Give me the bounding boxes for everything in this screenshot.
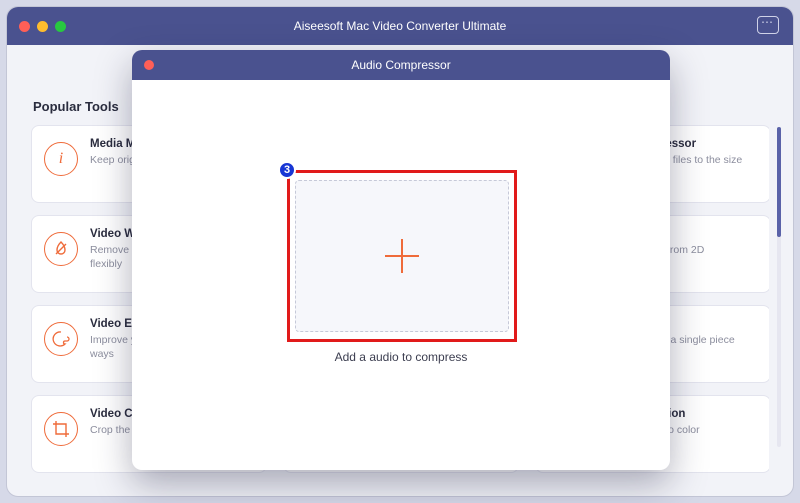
drop-caption: Add a audio to compress [132,350,670,364]
modal-close-button[interactable] [144,60,154,70]
crop-icon [44,412,78,446]
section-heading: Popular Tools [33,99,119,114]
app-title: Aiseesoft Mac Video Converter Ultimate [7,19,793,33]
watermark-icon [44,232,78,266]
info-icon: i [44,142,78,176]
traffic-lights [19,21,66,32]
feedback-icon[interactable] [757,16,779,34]
modal-titlebar: Audio Compressor [132,50,670,80]
scrollbar-thumb[interactable] [777,127,781,237]
close-window-button[interactable] [19,21,30,32]
audio-compressor-modal: Audio Compressor 3 Add a audio to compre… [132,50,670,470]
minimize-window-button[interactable] [37,21,48,32]
add-audio-dropzone[interactable] [295,180,509,332]
plus-icon [385,239,419,273]
palette-icon [44,322,78,356]
scrollbar[interactable] [777,127,781,447]
drop-zone-wrapper: 3 [287,170,517,342]
annotation-step-badge: 3 [278,161,296,179]
zoom-window-button[interactable] [55,21,66,32]
modal-title: Audio Compressor [132,58,670,72]
main-titlebar: Aiseesoft Mac Video Converter Ultimate [7,7,793,45]
